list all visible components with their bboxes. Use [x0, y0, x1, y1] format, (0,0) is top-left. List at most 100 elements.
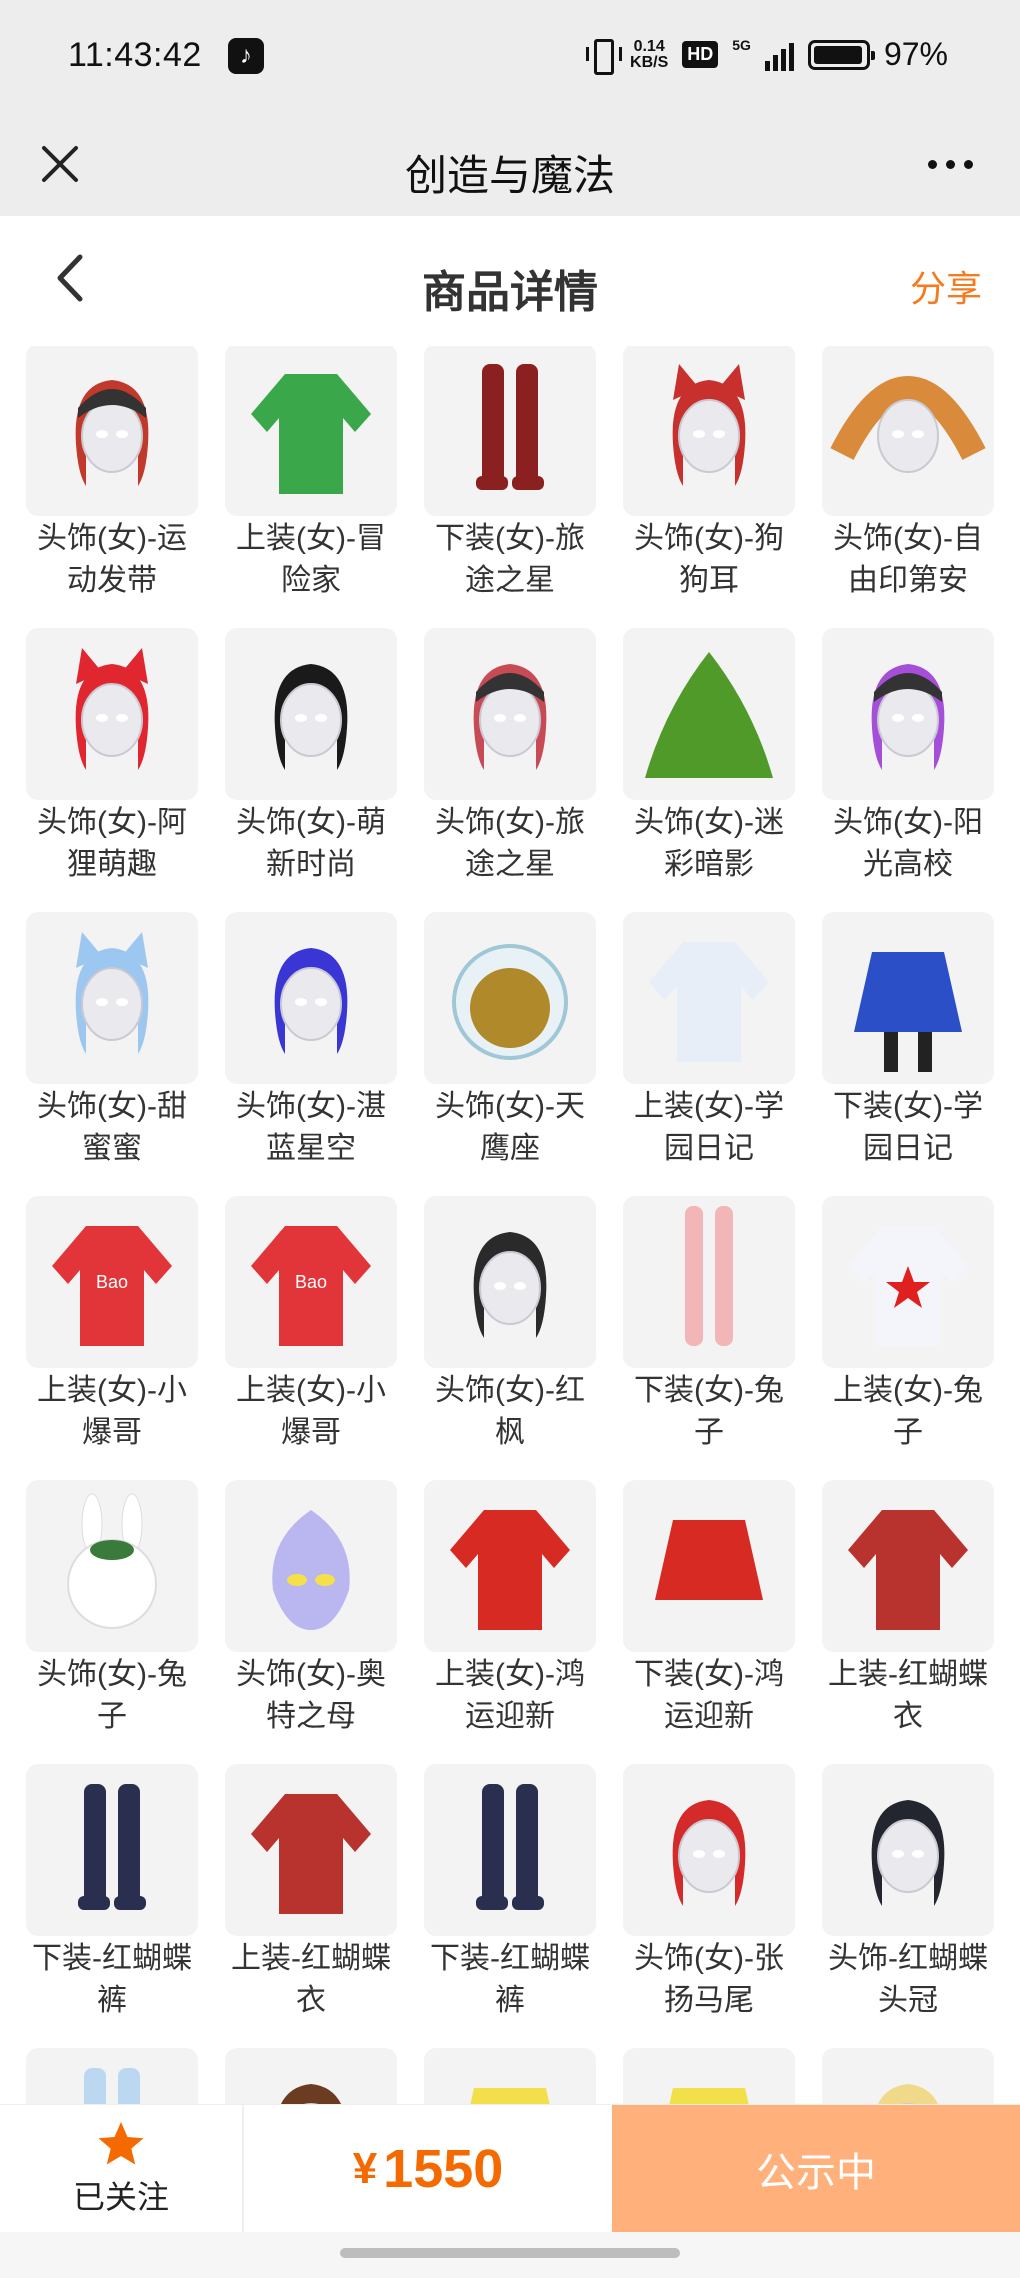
grid-item[interactable]: 头饰-红蝴蝶头冠 [822, 1764, 994, 2048]
item-grid: 头饰(女)-运动发带 上装(女)-冒险家 下装(女)-旅途之星 头饰(女)-狗狗耳 头饰… [26, 346, 1006, 2104]
item-thumbnail [822, 2048, 994, 2104]
item-label: 头饰(女)-甜蜜蜜 [37, 1090, 187, 1165]
grid-item[interactable] [424, 2048, 596, 2104]
grid-item[interactable]: 头饰(女)-阿狸萌趣 [26, 628, 198, 912]
feather-headdress-icon [830, 376, 986, 473]
maple-crown-hair-icon [473, 1232, 547, 1338]
dark-short-hair-icon [871, 1800, 945, 1906]
hd-badge: HD [682, 41, 719, 68]
item-thumbnail: Bao [26, 1196, 198, 1368]
grid-item[interactable]: 头饰(女)-运动发带 [26, 346, 198, 628]
follow-label: 已关注 [72, 2179, 169, 2215]
status-time: 11:43:42 [68, 36, 202, 74]
grid-item[interactable]: 头饰(女)-奥特之母 [225, 1480, 397, 1764]
svg-text:Bao: Bao [295, 1272, 327, 1292]
signal-icon [764, 39, 794, 71]
grid-item[interactable]: 头饰(女)-湛蓝星空 [225, 912, 397, 1196]
item-label: 头饰(女)-兔子 [37, 1658, 187, 1733]
gold-helmet-icon [452, 944, 568, 1060]
purple-hair-beanie-icon [871, 664, 945, 770]
home-indicator[interactable] [340, 2248, 680, 2258]
more-dot-icon [927, 159, 937, 169]
grid-item[interactable]: 头饰(女)-旅途之星 [424, 628, 596, 912]
red-cat-headphones-icon [75, 648, 149, 770]
price: ¥ 1550 [244, 2105, 612, 2233]
grid-item[interactable]: Bao 上装(女)-小爆哥 [26, 1196, 198, 1480]
navy-boots-icon [476, 1784, 544, 1910]
item-thumbnail [424, 912, 596, 1084]
goggles-red-hair-icon [473, 664, 547, 770]
grid-item[interactable] [26, 2048, 198, 2104]
item-thumbnail [623, 912, 795, 1084]
item-label: 头饰(女)-萌新时尚 [236, 806, 386, 881]
item-thumbnail [26, 346, 198, 516]
mini-program-title-bar: 创造与魔法 [0, 112, 1020, 216]
hero-mask-icon [272, 1510, 350, 1630]
grid-item[interactable]: 下装(女)-兔子 [623, 1196, 795, 1480]
price-value: 1550 [383, 2139, 504, 2199]
grid-item[interactable]: 头饰(女)-萌新时尚 [225, 628, 397, 912]
item-thumbnail [26, 2048, 198, 2104]
grid-item[interactable]: 下装-红蝴蝶裤 [424, 1764, 596, 2048]
item-thumbnail [225, 1764, 397, 1936]
red-bandana-hair-icon [75, 380, 149, 486]
grid-item[interactable]: 头饰(女)-兔子 [26, 1480, 198, 1764]
grid-item[interactable]: 上装(女)-兔子 [822, 1196, 994, 1480]
item-thumbnail [225, 2048, 397, 2104]
item-label: 头饰(女)-湛蓝星空 [236, 1090, 386, 1165]
grid-item[interactable]: 头饰(女)-红枫 [424, 1196, 596, 1480]
tiktok-icon: ♪ [228, 38, 264, 74]
grid-item[interactable]: 下装-红蝴蝶裤 [26, 1764, 198, 2048]
red-festive-top-icon [450, 1510, 570, 1630]
item-label: 上装(女)-冒险家 [236, 522, 386, 597]
item-thumbnail [822, 1480, 994, 1652]
item-label: 头饰(女)-狗狗耳 [634, 522, 784, 597]
black-bun-hair-icon [274, 664, 348, 770]
publicity-status-button[interactable]: 公示中 [612, 2105, 1020, 2233]
grid-item[interactable]: 上装-红蝴蝶衣 [225, 1764, 397, 2048]
brown-hair-icon [281, 2084, 341, 2104]
grid-item[interactable]: 下装(女)-旅途之星 [424, 346, 596, 628]
item-label: 下装(女)-兔子 [634, 1374, 784, 1449]
item-label: 头饰(女)-旅途之星 [435, 806, 585, 881]
red-festive-skirt-icon [655, 1520, 763, 1600]
item-label: 头饰(女)-自由印第安 [833, 522, 983, 597]
grid-item[interactable]: 上装(女)-冒险家 [225, 346, 397, 628]
grid-item[interactable] [623, 2048, 795, 2104]
share-button[interactable]: 分享 [910, 260, 982, 312]
grid-item[interactable]: Bao 上装(女)-小爆哥 [225, 1196, 397, 1480]
item-thumbnail [26, 912, 198, 1084]
item-thumbnail [822, 628, 994, 800]
app-title: 创造与魔法 [404, 152, 615, 199]
item-thumbnail [424, 2048, 596, 2104]
grid-item[interactable]: 头饰(女)-自由印第安 [822, 346, 994, 628]
red-boots-icon [476, 364, 544, 490]
more-button[interactable] [910, 134, 990, 194]
network-speed-unit: KB/S [630, 53, 669, 71]
item-thumbnail [26, 1764, 198, 1936]
network-type: 5G [732, 36, 751, 53]
grid-item[interactable]: 头饰(女)-天鹰座 [424, 912, 596, 1196]
grid-item[interactable]: 头饰(女)-狗狗耳 [623, 346, 795, 628]
grid-item[interactable]: 头饰(女)-阳光高校 [822, 628, 994, 912]
bottom-action-bar: 已关注 ¥ 1550 公示中 [0, 2104, 1020, 2233]
item-grid-viewport[interactable]: 头饰(女)-运动发带 上装(女)-冒险家 下装(女)-旅途之星 头饰(女)-狗狗耳 头饰… [0, 346, 1020, 2104]
grid-item[interactable]: 下装(女)-鸿运迎新 [623, 1480, 795, 1764]
grid-item[interactable]: 上装(女)-鸿运迎新 [424, 1480, 596, 1764]
green-ghillie-icon [645, 652, 773, 778]
item-thumbnail [225, 1480, 397, 1652]
grid-item[interactable]: 上装-红蝴蝶衣 [822, 1480, 994, 1764]
grid-item[interactable]: 头饰(女)-甜蜜蜜 [26, 912, 198, 1196]
more-dot-icon [963, 159, 973, 169]
grid-item[interactable]: 上装(女)-学园日记 [623, 912, 795, 1196]
grid-item[interactable]: 头饰(女)-张扬马尾 [623, 1764, 795, 2048]
item-thumbnail [225, 912, 397, 1084]
item-label: 上装-红蝴蝶衣 [231, 1942, 391, 2017]
grid-item[interactable]: 下装(女)-学园日记 [822, 912, 994, 1196]
follow-button[interactable]: 已关注 [0, 2105, 244, 2233]
grid-item[interactable] [225, 2048, 397, 2104]
grid-item[interactable]: 头饰(女)-迷彩暗影 [623, 628, 795, 912]
item-label: 上装(女)-鸿运迎新 [435, 1658, 585, 1733]
grid-item[interactable] [822, 2048, 994, 2104]
item-thumbnail [623, 346, 795, 516]
